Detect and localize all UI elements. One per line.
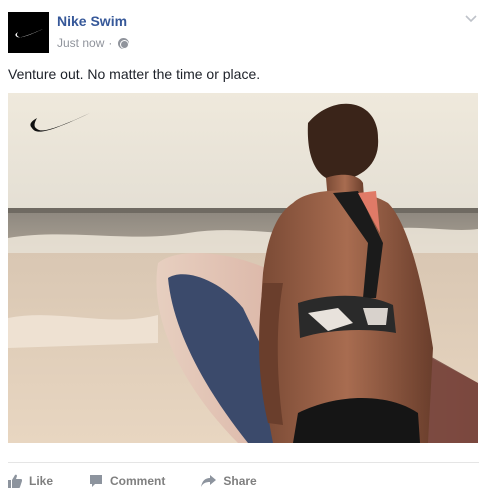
nike-swoosh-icon [14, 28, 43, 37]
actions-divider [8, 462, 479, 463]
page-avatar[interactable] [8, 12, 49, 53]
post-meta: Just now · [57, 36, 130, 50]
comment-icon [90, 475, 103, 487]
comment-button[interactable]: Comment [89, 474, 165, 488]
share-button[interactable]: Share [201, 474, 257, 488]
like-label: Like [29, 474, 54, 488]
feed-post: Nike Swim Just now · Venture out. No mat… [0, 0, 487, 493]
thumbs-up-icon [8, 474, 22, 488]
share-label: Share [223, 474, 257, 488]
post-photo[interactable] [8, 93, 478, 443]
page-name-link[interactable]: Nike Swim [57, 13, 127, 29]
post-actions: Like Comment Share [8, 470, 293, 492]
like-button[interactable]: Like [8, 474, 53, 488]
chevron-down-icon[interactable] [463, 10, 479, 26]
timestamp-link[interactable]: Just now [57, 36, 104, 50]
globe-icon[interactable] [118, 37, 130, 49]
share-arrow-icon [201, 475, 217, 487]
meta-separator: · [108, 36, 113, 50]
comment-label: Comment [110, 474, 166, 488]
post-message: Venture out. No matter the time or place… [8, 66, 261, 82]
